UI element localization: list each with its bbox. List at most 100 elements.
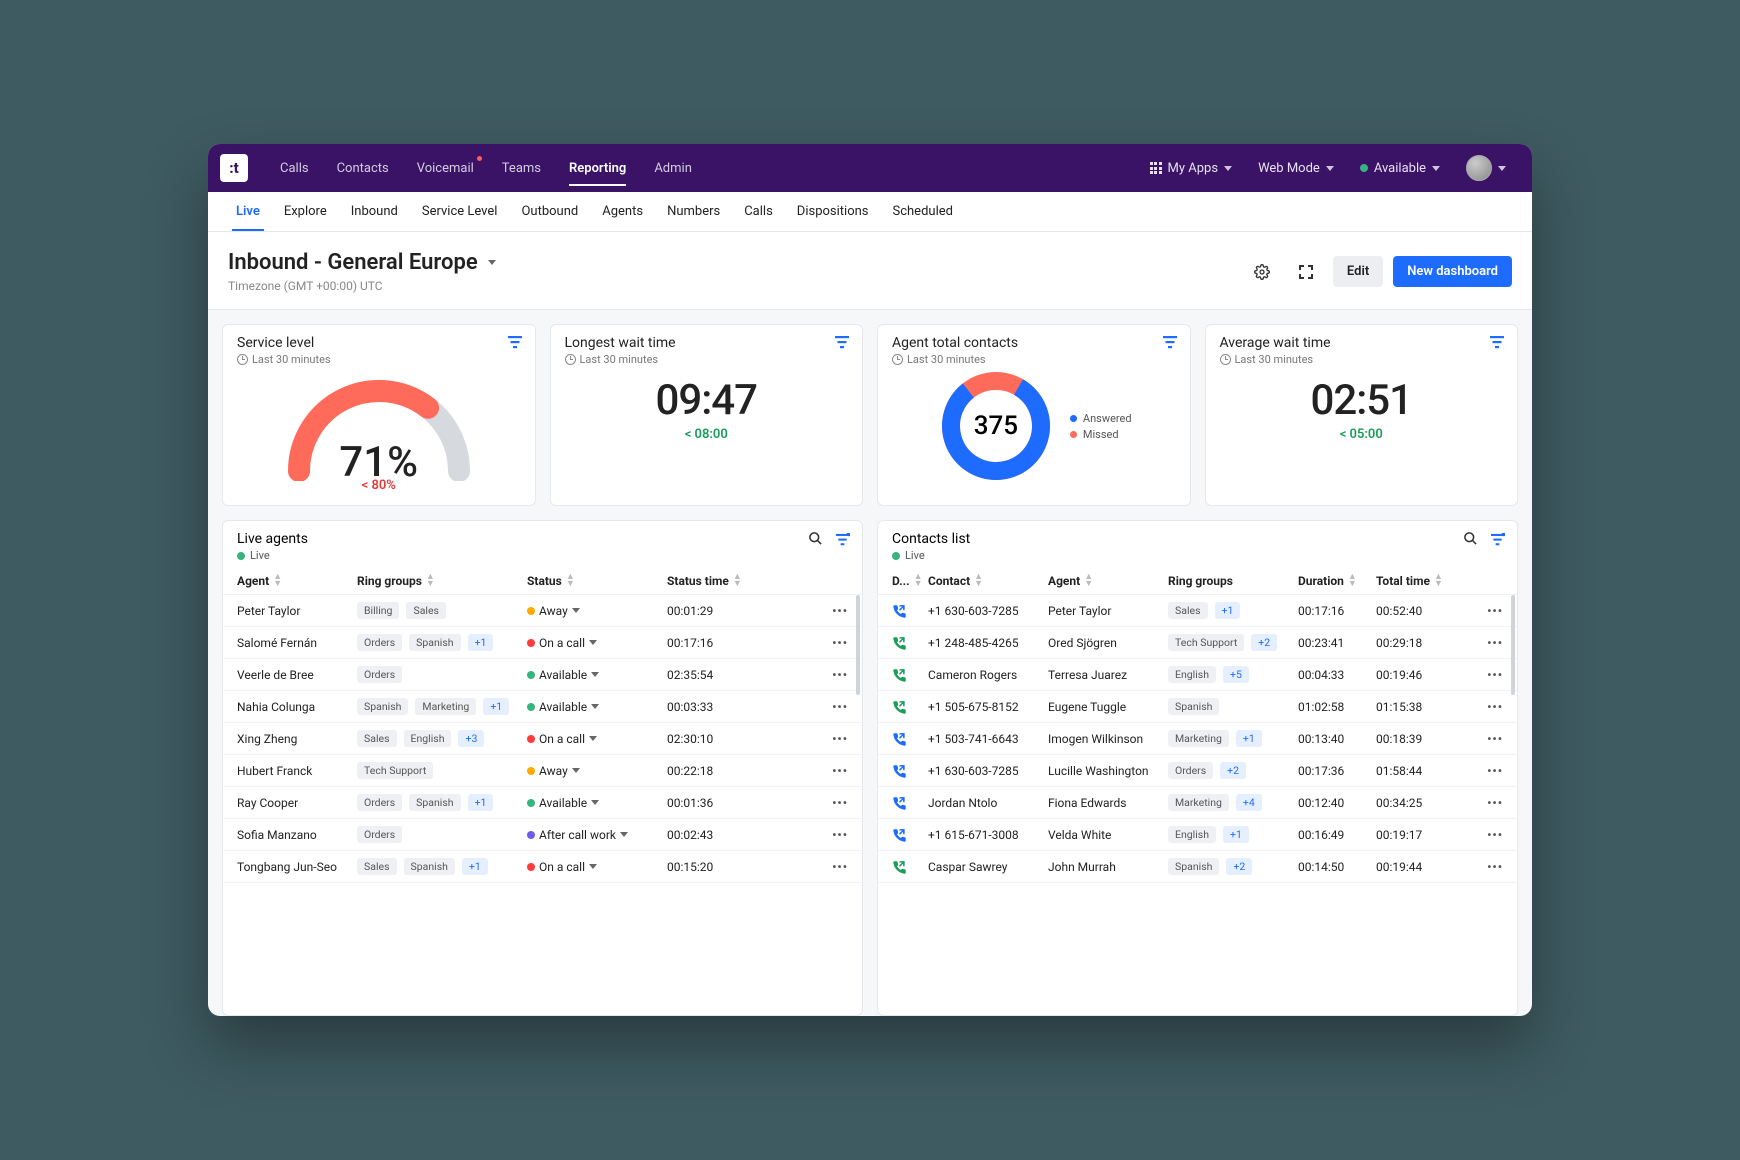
- row-more-button[interactable]: •••: [1477, 796, 1503, 810]
- ring-group-overflow[interactable]: +1: [468, 634, 494, 651]
- row-more-button[interactable]: •••: [818, 828, 848, 842]
- nav-teams[interactable]: Teams: [488, 144, 555, 192]
- search-button[interactable]: [1463, 531, 1478, 550]
- availability-menu[interactable]: Available: [1350, 161, 1450, 176]
- subtab-service-level[interactable]: Service Level: [410, 192, 510, 231]
- col-total-time[interactable]: Total time▲▼: [1376, 574, 1454, 588]
- web-mode-menu[interactable]: Web Mode: [1248, 161, 1344, 176]
- nav-voicemail[interactable]: Voicemail: [403, 144, 488, 192]
- table-row[interactable]: Xing Zheng SalesEnglish+3 On a call 02:3…: [223, 723, 862, 755]
- scrollbar[interactable]: [856, 595, 860, 695]
- filter-button[interactable]: [835, 531, 850, 550]
- ring-group-overflow[interactable]: +3: [458, 730, 484, 747]
- ring-group-overflow[interactable]: +2: [1226, 858, 1252, 875]
- ring-group-overflow[interactable]: +5: [1223, 666, 1249, 683]
- card-filter-button[interactable]: [507, 335, 523, 349]
- nav-calls[interactable]: Calls: [266, 144, 323, 192]
- col-agent[interactable]: Agent▲▼: [1048, 574, 1168, 588]
- ring-group-overflow[interactable]: +1: [483, 698, 509, 715]
- nav-reporting[interactable]: Reporting: [555, 144, 640, 192]
- table-row[interactable]: +1 630-603-7285 Lucille Washington Order…: [878, 755, 1517, 787]
- subtab-explore[interactable]: Explore: [272, 192, 339, 231]
- table-row[interactable]: Veerle de Bree Orders Available 02:35:54…: [223, 659, 862, 691]
- my-apps-menu[interactable]: My Apps: [1140, 161, 1243, 176]
- row-more-button[interactable]: •••: [818, 796, 848, 810]
- scrollbar[interactable]: [1511, 595, 1515, 695]
- table-row[interactable]: +1 615-671-3008 Velda White English+1 00…: [878, 819, 1517, 851]
- cell-status[interactable]: After call work: [527, 828, 667, 842]
- col-direction[interactable]: D...▲▼: [892, 574, 928, 588]
- row-more-button[interactable]: •••: [1477, 700, 1503, 714]
- settings-button[interactable]: [1245, 255, 1279, 289]
- card-filter-button[interactable]: [1162, 335, 1178, 349]
- card-filter-button[interactable]: [1489, 335, 1505, 349]
- ring-group-overflow[interactable]: +2: [1220, 762, 1246, 779]
- table-row[interactable]: Caspar Sawrey John Murrah Spanish+2 00:1…: [878, 851, 1517, 883]
- col-ring-groups[interactable]: Ring groups▲▼: [357, 574, 527, 588]
- subtab-agents[interactable]: Agents: [590, 192, 655, 231]
- table-row[interactable]: +1 630-603-7285 Peter Taylor Sales+1 00:…: [878, 595, 1517, 627]
- cell-status[interactable]: On a call: [527, 636, 667, 650]
- live-agents-body[interactable]: Peter Taylor BillingSales Away 00:01:29 …: [223, 595, 862, 883]
- ring-group-overflow[interactable]: +1: [1215, 602, 1241, 619]
- row-more-button[interactable]: •••: [818, 764, 848, 778]
- ring-group-overflow[interactable]: +1: [468, 794, 494, 811]
- app-logo-icon[interactable]: :t: [220, 154, 248, 182]
- table-row[interactable]: Sofia Manzano Orders After call work 00:…: [223, 819, 862, 851]
- subtab-outbound[interactable]: Outbound: [509, 192, 590, 231]
- page-title[interactable]: Inbound - General Europe: [228, 250, 496, 275]
- subtab-dispositions[interactable]: Dispositions: [785, 192, 881, 231]
- row-more-button[interactable]: •••: [1477, 604, 1503, 618]
- subtab-inbound[interactable]: Inbound: [339, 192, 410, 231]
- table-row[interactable]: Cameron Rogers Terresa Juarez English+5 …: [878, 659, 1517, 691]
- ring-group-overflow[interactable]: +4: [1236, 794, 1262, 811]
- cell-status[interactable]: On a call: [527, 860, 667, 874]
- ring-group-overflow[interactable]: +2: [1251, 634, 1277, 651]
- table-row[interactable]: Nahia Colunga SpanishMarketing+1 Availab…: [223, 691, 862, 723]
- row-more-button[interactable]: •••: [818, 668, 848, 682]
- cell-status[interactable]: Available: [527, 668, 667, 682]
- table-row[interactable]: +1 248-485-4265 Ored Sjögren Tech Suppor…: [878, 627, 1517, 659]
- col-status[interactable]: Status▲▼: [527, 574, 667, 588]
- cell-status[interactable]: Away: [527, 764, 667, 778]
- col-duration[interactable]: Duration▲▼: [1298, 574, 1376, 588]
- row-more-button[interactable]: •••: [1477, 732, 1503, 746]
- col-status-time[interactable]: Status time▲▼: [667, 574, 767, 588]
- new-dashboard-button[interactable]: New dashboard: [1393, 256, 1512, 287]
- row-more-button[interactable]: •••: [818, 636, 848, 650]
- edit-button[interactable]: Edit: [1333, 256, 1383, 287]
- row-more-button[interactable]: •••: [1477, 764, 1503, 778]
- table-row[interactable]: +1 505-675-8152 Eugene Tuggle Spanish 01…: [878, 691, 1517, 723]
- cell-status[interactable]: Available: [527, 796, 667, 810]
- subtab-scheduled[interactable]: Scheduled: [881, 192, 965, 231]
- row-more-button[interactable]: •••: [818, 604, 848, 618]
- subtab-live[interactable]: Live: [224, 192, 272, 231]
- ring-group-overflow[interactable]: +1: [462, 858, 488, 875]
- user-menu[interactable]: [1456, 155, 1516, 181]
- col-contact[interactable]: Contact▲▼: [928, 574, 1048, 588]
- contacts-body[interactable]: +1 630-603-7285 Peter Taylor Sales+1 00:…: [878, 595, 1517, 883]
- card-filter-button[interactable]: [834, 335, 850, 349]
- row-more-button[interactable]: •••: [818, 732, 848, 746]
- col-agent[interactable]: Agent▲▼: [237, 574, 357, 588]
- nav-admin[interactable]: Admin: [640, 144, 706, 192]
- ring-group-overflow[interactable]: +1: [1236, 730, 1262, 747]
- subtab-numbers[interactable]: Numbers: [655, 192, 732, 231]
- row-more-button[interactable]: •••: [1477, 828, 1503, 842]
- table-row[interactable]: +1 503-741-6643 Imogen Wilkinson Marketi…: [878, 723, 1517, 755]
- row-more-button[interactable]: •••: [818, 700, 848, 714]
- row-more-button[interactable]: •••: [818, 860, 848, 874]
- fullscreen-button[interactable]: [1289, 255, 1323, 289]
- nav-contacts[interactable]: Contacts: [323, 144, 403, 192]
- search-button[interactable]: [808, 531, 823, 550]
- subtab-calls[interactable]: Calls: [732, 192, 785, 231]
- table-row[interactable]: Ray Cooper OrdersSpanish+1 Available 00:…: [223, 787, 862, 819]
- table-row[interactable]: Jordan Ntolo Fiona Edwards Marketing+4 0…: [878, 787, 1517, 819]
- row-more-button[interactable]: •••: [1477, 860, 1503, 874]
- table-row[interactable]: Hubert Franck Tech Support Away 00:22:18…: [223, 755, 862, 787]
- cell-status[interactable]: Available: [527, 700, 667, 714]
- filter-button[interactable]: [1490, 531, 1505, 550]
- cell-status[interactable]: Away: [527, 604, 667, 618]
- table-row[interactable]: Salomé Fernán OrdersSpanish+1 On a call …: [223, 627, 862, 659]
- row-more-button[interactable]: •••: [1477, 636, 1503, 650]
